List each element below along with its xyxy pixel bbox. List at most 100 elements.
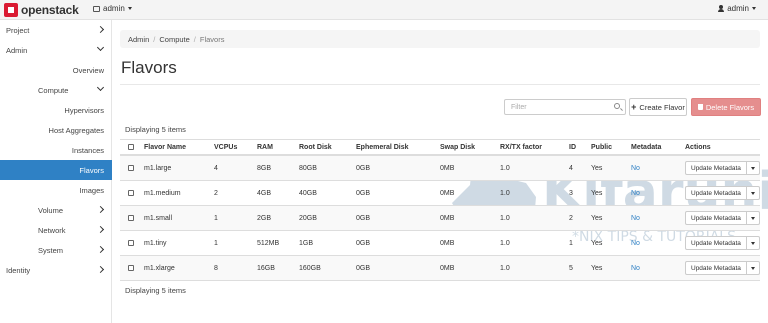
cell-root-disk: 20GB <box>299 214 317 222</box>
header-metadata[interactable]: Metadata <box>631 140 661 154</box>
cell-flavor-name: m1.tiny <box>144 239 167 247</box>
header-swap-disk[interactable]: Swap Disk <box>440 140 475 154</box>
sidebar-item-project[interactable]: Project <box>0 20 112 40</box>
row-actions: Update Metadata <box>685 231 760 255</box>
brand-name: openstack <box>21 3 79 17</box>
header-ephemeral-disk[interactable]: Ephemeral Disk <box>356 140 409 154</box>
cell-rxtx-factor: 1.0 <box>500 164 510 172</box>
row-actions: Update Metadata <box>685 156 760 180</box>
user-icon <box>718 5 725 12</box>
sidebar-item-label: Volume <box>38 205 64 215</box>
create-flavor-label: Create Flavor <box>639 102 685 112</box>
sidebar-item-compute[interactable]: Compute <box>0 80 112 100</box>
header-rxtx-factor[interactable]: RX/TX factor <box>500 140 542 154</box>
sidebar-item-overview[interactable]: Overview <box>0 60 112 80</box>
table-header: Flavor Name VCPUs RAM Root Disk Ephemera… <box>120 139 760 156</box>
action-dropdown-toggle[interactable] <box>746 161 760 175</box>
update-metadata-button[interactable]: Update Metadata <box>685 186 747 200</box>
sidebar-item-label: Instances <box>71 145 104 155</box>
sidebar-item-label: Admin <box>6 45 28 55</box>
row-checkbox[interactable] <box>128 265 134 271</box>
header-public[interactable]: Public <box>591 140 612 154</box>
caret-down-icon <box>750 266 755 270</box>
page-title: Flavors <box>121 58 177 77</box>
cell-ephemeral-disk: 0GB <box>356 264 371 272</box>
filter-placeholder: Filter <box>511 103 527 111</box>
cell-id: 4 <box>569 164 573 172</box>
breadcrumb: Admin / Compute / Flavors <box>120 30 760 48</box>
row-checkbox[interactable] <box>128 165 134 171</box>
update-metadata-button[interactable]: Update Metadata <box>685 261 747 275</box>
sidebar-item-images[interactable]: Images <box>0 180 112 200</box>
cell-rxtx-factor: 1.0 <box>500 239 510 247</box>
sidebar-item-label: Compute <box>38 85 69 95</box>
header-vcpus[interactable]: VCPUs <box>214 140 237 154</box>
cell-swap-disk: 0MB <box>440 189 455 197</box>
delete-flavors-button[interactable]: Delete Flavors <box>691 98 761 116</box>
cell-swap-disk: 0MB <box>440 214 455 222</box>
cell-id: 2 <box>569 214 573 222</box>
cell-flavor-name: m1.large <box>144 164 172 172</box>
row-checkbox[interactable] <box>128 240 134 246</box>
project-selector-label: admin <box>103 4 125 13</box>
select-all-checkbox[interactable] <box>128 144 134 150</box>
chevron-right-icon <box>96 265 105 274</box>
row-actions: Update Metadata <box>685 256 760 280</box>
sidebar-item-label: Overview <box>72 65 104 75</box>
row-checkbox[interactable] <box>128 190 134 196</box>
sidebar-item-system[interactable]: System <box>0 240 112 260</box>
user-menu[interactable]: admin <box>718 4 756 13</box>
row-select-cell <box>128 256 134 280</box>
header-root-disk[interactable]: Root Disk <box>299 140 332 154</box>
sidebar-item-host-aggregates[interactable]: Host Aggregates <box>0 120 112 140</box>
cell-metadata-link[interactable]: No <box>631 181 640 205</box>
cell-ram: 8GB <box>257 164 272 172</box>
sidebar-item-admin[interactable]: Admin <box>0 40 112 60</box>
cell-public: Yes <box>591 239 603 247</box>
divider <box>120 84 760 85</box>
breadcrumb-item-admin[interactable]: Admin <box>128 35 149 44</box>
cell-metadata-link[interactable]: No <box>631 231 640 255</box>
header-flavor-name[interactable]: Flavor Name <box>144 140 186 154</box>
sidebar-item-identity[interactable]: Identity <box>0 260 112 280</box>
cell-flavor-name: m1.xlarge <box>144 264 175 272</box>
cell-swap-disk: 0MB <box>440 264 455 272</box>
cell-vcpus: 8 <box>214 264 218 272</box>
breadcrumb-item-compute[interactable]: Compute <box>159 35 189 44</box>
action-dropdown-toggle[interactable] <box>746 211 760 225</box>
update-metadata-button[interactable]: Update Metadata <box>685 161 747 175</box>
sidebar-item-label: Images <box>79 185 104 195</box>
row-checkbox[interactable] <box>128 215 134 221</box>
openstack-logo[interactable]: openstack <box>4 3 79 17</box>
action-button-group: Update Metadata <box>685 261 760 275</box>
update-metadata-button[interactable]: Update Metadata <box>685 211 747 225</box>
chevron-right-icon <box>96 245 105 254</box>
sidebar-item-volume[interactable]: Volume <box>0 200 112 220</box>
action-dropdown-toggle[interactable] <box>746 236 760 250</box>
sidebar-item-flavors[interactable]: Flavors <box>0 160 112 180</box>
select-all-cell <box>128 140 134 154</box>
header-ram[interactable]: RAM <box>257 140 273 154</box>
update-metadata-button[interactable]: Update Metadata <box>685 236 747 250</box>
sidebar-item-label: Identity <box>6 265 31 275</box>
header-id[interactable]: ID <box>569 140 576 154</box>
cell-public: Yes <box>591 164 603 172</box>
project-selector[interactable]: admin <box>93 4 132 13</box>
action-dropdown-toggle[interactable] <box>746 186 760 200</box>
cell-metadata-link[interactable]: No <box>631 206 640 230</box>
sidebar-item-network[interactable]: Network <box>0 220 112 240</box>
sidebar-item-instances[interactable]: Instances <box>0 140 112 160</box>
search-icon[interactable] <box>614 103 620 109</box>
action-dropdown-toggle[interactable] <box>746 261 760 275</box>
delete-flavors-label: Delete Flavors <box>705 102 755 112</box>
sidebar-item-hypervisors[interactable]: Hypervisors <box>0 100 112 120</box>
cell-ephemeral-disk: 0GB <box>356 214 371 222</box>
cell-ephemeral-disk: 0GB <box>356 164 371 172</box>
filter-input[interactable]: Filter <box>504 99 626 115</box>
create-flavor-button[interactable]: + Create Flavor <box>629 98 687 116</box>
cell-rxtx-factor: 1.0 <box>500 264 510 272</box>
cell-metadata-link[interactable]: No <box>631 156 640 180</box>
action-button-group: Update Metadata <box>685 161 760 175</box>
cell-metadata-link[interactable]: No <box>631 256 640 280</box>
cell-flavor-name: m1.medium <box>144 189 181 197</box>
